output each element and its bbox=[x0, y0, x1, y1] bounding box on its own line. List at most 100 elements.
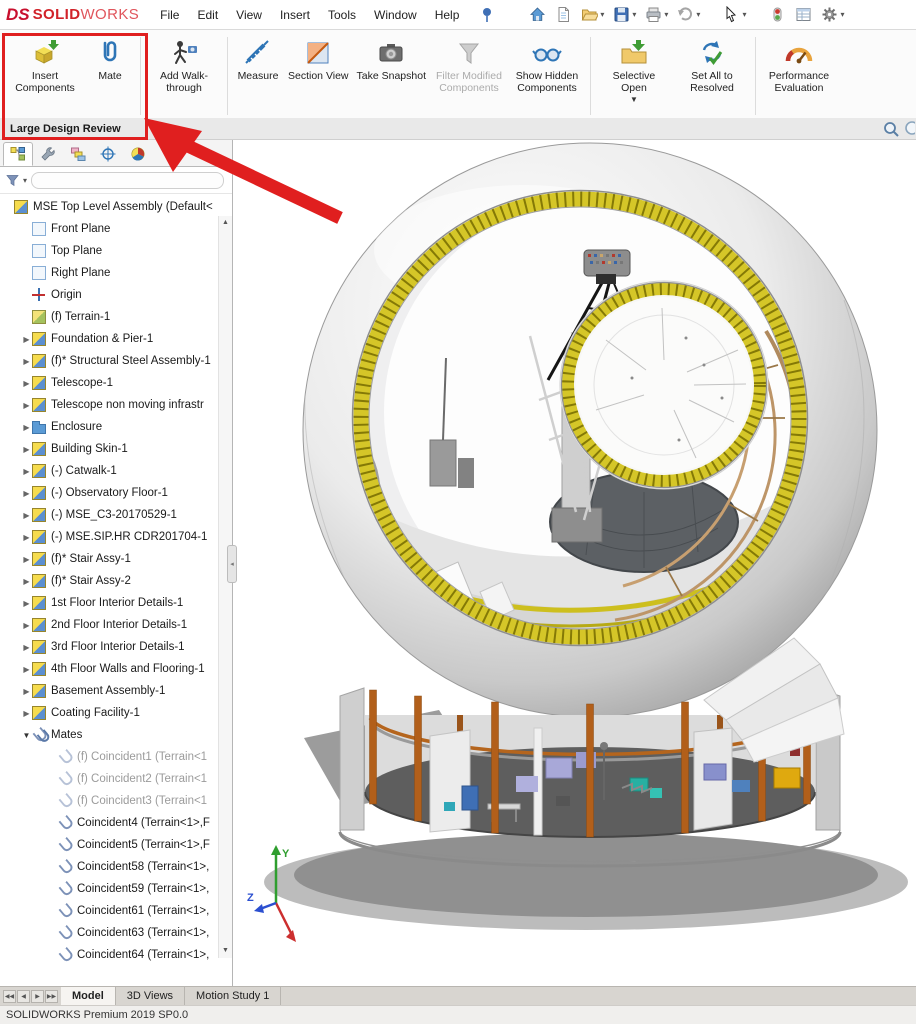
tree-row[interactable]: (f) Coincident3 (Terrain<1 bbox=[0, 790, 218, 812]
pin-icon[interactable] bbox=[480, 7, 494, 23]
select-button[interactable]: ▾ bbox=[720, 3, 749, 27]
tree-row[interactable]: (-) MSE_C3-20170529-1 bbox=[0, 504, 218, 526]
tree-row[interactable]: Building Skin-1 bbox=[0, 438, 218, 460]
scroll-down-icon[interactable]: ▼ bbox=[222, 946, 229, 956]
expand-caret-icon[interactable] bbox=[21, 401, 32, 410]
tree-row[interactable]: 3rd Floor Interior Details-1 bbox=[0, 636, 218, 658]
chevron-down-icon[interactable]: ▼ bbox=[630, 95, 638, 104]
expand-caret-icon[interactable] bbox=[21, 511, 32, 520]
tree-row[interactable]: Coincident58 (Terrain<1>, bbox=[0, 856, 218, 878]
section-view-button[interactable]: Section View bbox=[285, 34, 352, 86]
expand-caret-icon[interactable] bbox=[21, 643, 32, 652]
expand-caret-icon[interactable] bbox=[21, 379, 32, 388]
tree-row[interactable]: (-) MSE.SIP.HR CDR201704-1 bbox=[0, 526, 218, 548]
tree-row[interactable]: Enclosure bbox=[0, 416, 218, 438]
tab-scroll-right-icon[interactable]: ▶ bbox=[31, 990, 44, 1003]
take-snapshot-button[interactable]: Take Snapshot bbox=[354, 34, 429, 86]
tree-row[interactable]: Right Plane bbox=[0, 262, 218, 284]
panel-tab-configurationmanager[interactable] bbox=[63, 142, 93, 166]
menu-item[interactable]: Insert bbox=[271, 8, 319, 22]
panel-tab-featuremanager[interactable] bbox=[3, 142, 33, 166]
tab-scroll-left-icon[interactable]: ◀ bbox=[17, 990, 30, 1003]
expand-caret-icon[interactable] bbox=[21, 357, 32, 366]
menu-item[interactable]: Tools bbox=[319, 8, 365, 22]
show-hidden-components-button[interactable]: Show Hidden Components bbox=[509, 34, 585, 97]
expand-caret-icon[interactable] bbox=[21, 577, 32, 586]
panel-tab-dimxpertmanager[interactable] bbox=[93, 142, 123, 166]
measure-button[interactable]: Measure bbox=[233, 34, 283, 86]
rebuild-button[interactable] bbox=[766, 3, 789, 27]
tree-row[interactable]: 1st Floor Interior Details-1 bbox=[0, 592, 218, 614]
zoom-icon[interactable] bbox=[882, 120, 900, 138]
tree-row[interactable]: Front Plane bbox=[0, 218, 218, 240]
expand-caret-icon[interactable] bbox=[21, 665, 32, 674]
tree-row[interactable]: (f) Coincident2 (Terrain<1 bbox=[0, 768, 218, 790]
expand-caret-icon[interactable] bbox=[21, 445, 32, 454]
tab-large-design-review[interactable]: Large Design Review bbox=[0, 121, 131, 137]
tab-scroll-first-icon[interactable]: ◀◀ bbox=[3, 990, 16, 1003]
tree-row[interactable]: Coincident61 (Terrain<1>, bbox=[0, 900, 218, 922]
tree-row[interactable]: Coincident4 (Terrain<1>,F bbox=[0, 812, 218, 834]
home-button[interactable] bbox=[526, 3, 549, 27]
tab-3d-views[interactable]: 3D Views bbox=[116, 987, 185, 1005]
tree-row[interactable]: (-) Observatory Floor-1 bbox=[0, 482, 218, 504]
filter-funnel-icon[interactable] bbox=[6, 174, 19, 187]
selective-open-button[interactable]: Selective Open ▼ bbox=[596, 34, 672, 107]
tree-filter-input[interactable] bbox=[31, 172, 224, 189]
panel-tab-displaymanager[interactable] bbox=[123, 142, 153, 166]
tree-row[interactable]: (f)* Stair Assy-2 bbox=[0, 570, 218, 592]
expand-caret-icon[interactable] bbox=[21, 533, 32, 542]
tree-row[interactable]: Foundation & Pier-1 bbox=[0, 328, 218, 350]
tree-row[interactable]: Origin bbox=[0, 284, 218, 306]
tree-row[interactable]: (-) Catwalk-1 bbox=[0, 460, 218, 482]
tab-scroll-last-icon[interactable]: ▶▶ bbox=[45, 990, 58, 1003]
performance-evaluation-button[interactable]: Performance Evaluation bbox=[761, 34, 837, 97]
expand-caret-icon[interactable] bbox=[21, 621, 32, 630]
tree-scrollbar[interactable]: ▲ ▼ bbox=[218, 216, 232, 958]
set-all-to-resolved-button[interactable]: Set All to Resolved bbox=[674, 34, 750, 97]
tree-row[interactable]: Mates bbox=[0, 724, 218, 746]
tree-row[interactable]: (f) Coincident1 (Terrain<1 bbox=[0, 746, 218, 768]
chevron-down-icon[interactable]: ▾ bbox=[23, 176, 27, 185]
scroll-up-icon[interactable]: ▲ bbox=[222, 218, 229, 228]
graphics-viewport[interactable]: Y Z bbox=[234, 140, 916, 986]
menu-item[interactable]: File bbox=[151, 8, 188, 22]
tree-row[interactable]: 4th Floor Walls and Flooring-1 bbox=[0, 658, 218, 680]
print-button[interactable]: ▾ bbox=[642, 3, 671, 27]
options-button[interactable]: ▾ bbox=[818, 3, 847, 27]
tree-row[interactable]: 2nd Floor Interior Details-1 bbox=[0, 614, 218, 636]
mate-button[interactable]: Mate bbox=[85, 34, 135, 86]
expand-caret-icon[interactable] bbox=[21, 687, 32, 696]
expand-caret-icon[interactable] bbox=[21, 731, 32, 740]
menu-item[interactable]: Help bbox=[426, 8, 469, 22]
menu-item[interactable]: View bbox=[227, 8, 271, 22]
expand-caret-icon[interactable] bbox=[21, 489, 32, 498]
save-button[interactable]: ▾ bbox=[610, 3, 639, 27]
tree-row[interactable]: Telescope-1 bbox=[0, 372, 218, 394]
tree-row[interactable]: Coating Facility-1 bbox=[0, 702, 218, 724]
tree-row[interactable]: Telescope non moving infrastr bbox=[0, 394, 218, 416]
add-walkthrough-button[interactable]: Add Walk-through bbox=[146, 34, 222, 97]
tab-motion-study[interactable]: Motion Study 1 bbox=[185, 987, 281, 1005]
tree-row[interactable]: MSE Top Level Assembly (Default< bbox=[0, 196, 218, 218]
tree-row[interactable]: Coincident59 (Terrain<1>, bbox=[0, 878, 218, 900]
tree-row[interactable]: (f) Terrain-1 bbox=[0, 306, 218, 328]
expand-caret-icon[interactable] bbox=[21, 467, 32, 476]
expand-caret-icon[interactable] bbox=[21, 599, 32, 608]
insert-components-button[interactable]: Insert Components bbox=[7, 34, 83, 97]
tree-row[interactable]: Coincident64 (Terrain<1>, bbox=[0, 944, 218, 966]
tree-row[interactable]: (f)* Stair Assy-1 bbox=[0, 548, 218, 570]
tree-row[interactable]: Basement Assembly-1 bbox=[0, 680, 218, 702]
tree-row[interactable]: Top Plane bbox=[0, 240, 218, 262]
expand-caret-icon[interactable] bbox=[21, 423, 32, 432]
menu-item[interactable]: Window bbox=[365, 8, 426, 22]
undo-button[interactable]: ▾ bbox=[674, 3, 703, 27]
new-document-button[interactable] bbox=[552, 3, 575, 27]
tree-row[interactable]: Coincident63 (Terrain<1>, bbox=[0, 922, 218, 944]
magnifier-icon[interactable] bbox=[903, 120, 915, 138]
file-properties-button[interactable] bbox=[792, 3, 815, 27]
menu-item[interactable]: Edit bbox=[188, 8, 227, 22]
tree-row[interactable]: Coincident5 (Terrain<1>,F bbox=[0, 834, 218, 856]
tree-row[interactable]: (f)* Structural Steel Assembly-1 bbox=[0, 350, 218, 372]
expand-caret-icon[interactable] bbox=[21, 555, 32, 564]
